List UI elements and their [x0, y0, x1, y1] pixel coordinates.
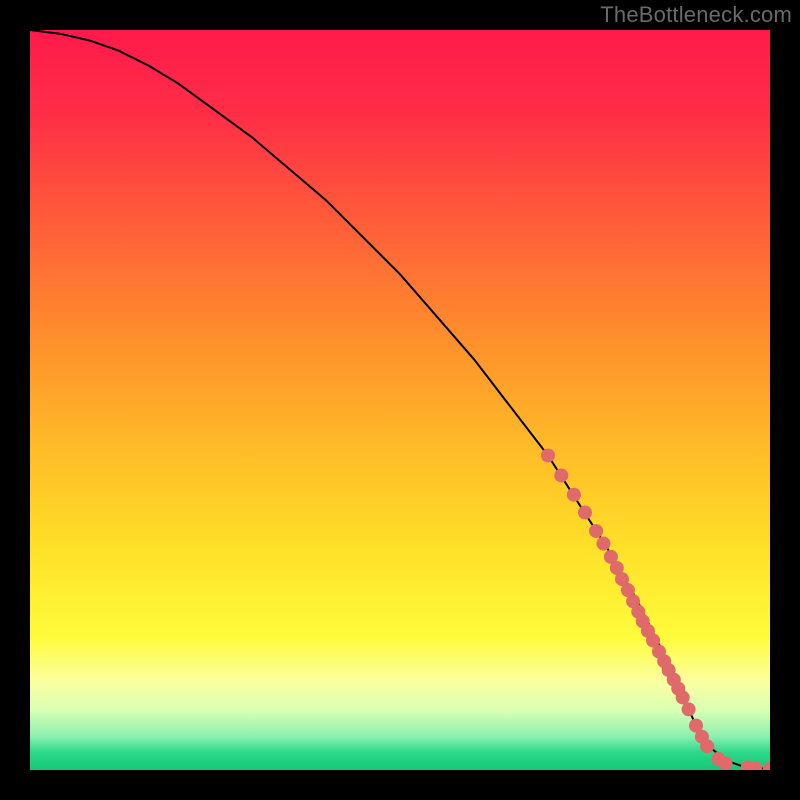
scatter-dot	[578, 505, 592, 519]
scatter-dot	[597, 537, 611, 551]
plot-svg	[30, 30, 770, 770]
plot-area	[30, 30, 770, 770]
scatter-dot	[700, 739, 714, 753]
scatter-dot	[541, 449, 555, 463]
scatter-dot	[719, 756, 733, 770]
scatter-dot	[567, 488, 581, 502]
scatter-dot	[589, 524, 603, 538]
chart-frame: TheBottleneck.com	[0, 0, 800, 800]
scatter-dot	[554, 468, 568, 482]
watermark-label: TheBottleneck.com	[600, 2, 792, 28]
scatter-dot	[676, 690, 690, 704]
scatter-dot	[682, 702, 696, 716]
